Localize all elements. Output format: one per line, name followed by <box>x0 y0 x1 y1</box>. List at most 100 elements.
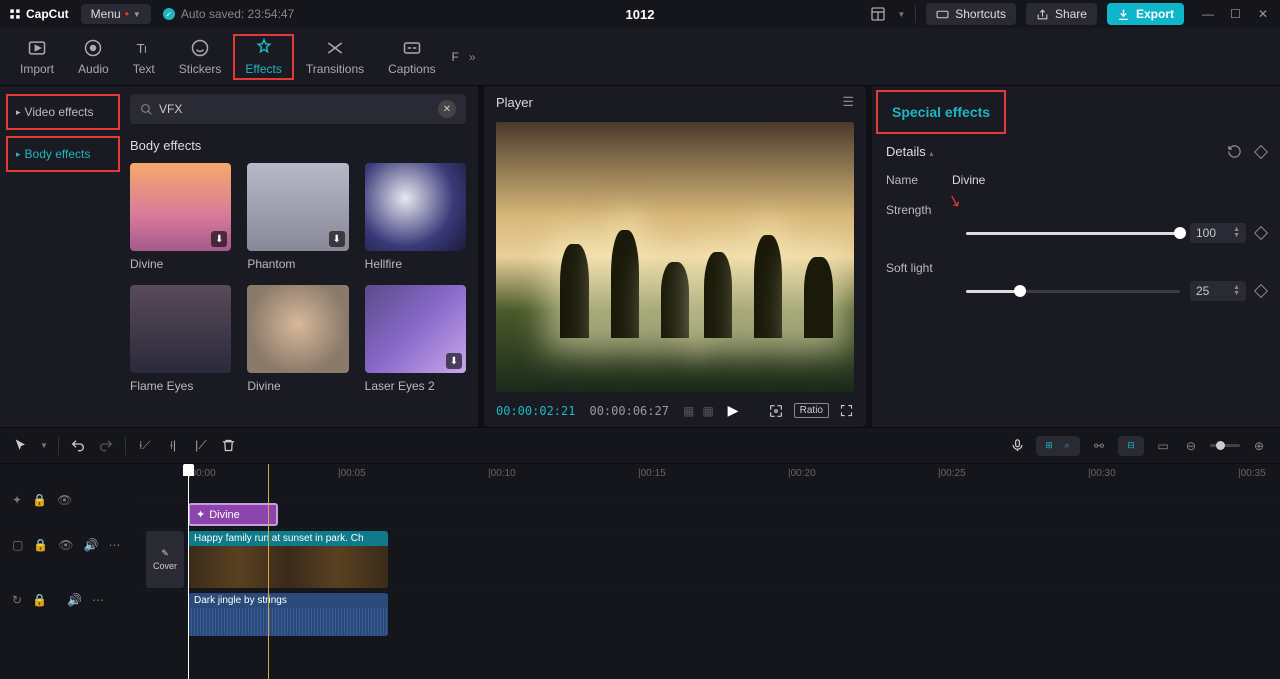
effect-card-hellfire[interactable]: Hellfire <box>365 163 466 271</box>
audio-track[interactable]: Dark jingle by strings <box>140 590 1280 638</box>
mute-icon[interactable]: 🔊 <box>84 538 99 552</box>
keyframe-icon[interactable] <box>1254 226 1268 240</box>
tab-text[interactable]: TI Text <box>121 34 167 80</box>
effect-card-phantom[interactable]: ⬇ Phantom <box>247 163 348 271</box>
preview-icon[interactable]: ▭ <box>1154 437 1172 455</box>
effect-clip[interactable]: ✦ Divine <box>188 503 278 526</box>
check-icon: ✓ <box>163 8 175 20</box>
delete-tool[interactable] <box>220 437 238 455</box>
current-time: 00:00:02:21 <box>496 404 575 418</box>
effect-card-flame-eyes[interactable]: Flame Eyes <box>130 285 231 393</box>
effects-search-input[interactable]: ✕ <box>130 94 466 124</box>
fit-icon[interactable] <box>768 403 784 419</box>
undo-button[interactable] <box>69 437 87 455</box>
mic-icon[interactable] <box>1008 437 1026 455</box>
zoom-slider[interactable] <box>1210 444 1240 447</box>
magnet-icon[interactable]: ⌕ <box>1060 439 1074 453</box>
close-button[interactable]: ✕ <box>1258 7 1272 21</box>
ratio-button[interactable]: Ratio <box>794 403 829 418</box>
player-viewport[interactable] <box>496 122 854 392</box>
align-toggle[interactable]: ⊟ <box>1118 436 1144 456</box>
tab-transitions[interactable]: Transitions <box>294 34 376 80</box>
sidebar-item-body-effects[interactable]: Body effects <box>8 140 118 168</box>
eye-icon[interactable]: 👁 <box>58 538 73 552</box>
shortcuts-button[interactable]: Shortcuts <box>926 3 1016 25</box>
track-controls-effect[interactable]: ✦ 🔒 👁 <box>0 486 140 514</box>
right-panel-tab[interactable]: Special effects <box>878 92 1004 132</box>
maximize-button[interactable]: ☐ <box>1230 7 1244 21</box>
selection-tool[interactable] <box>12 437 30 455</box>
audio-track-icon: ↻ <box>12 593 22 607</box>
playhead[interactable] <box>188 464 189 679</box>
track-controls-audio[interactable]: ↻ 🔒 🔊 ⋯ <box>0 576 140 624</box>
eye-icon[interactable]: 👁 <box>57 493 72 507</box>
track-controls-video[interactable]: ▢ 🔒 👁 🔊 ⋯ <box>0 514 140 576</box>
download-icon[interactable]: ⬇ <box>446 353 462 369</box>
link-icon[interactable]: ⚯ <box>1090 437 1108 455</box>
tab-stickers[interactable]: Stickers <box>167 34 234 80</box>
download-icon[interactable]: ⬇ <box>211 231 227 247</box>
zoom-out-icon[interactable]: ⊖ <box>1182 437 1200 455</box>
minimize-button[interactable]: — <box>1202 7 1216 21</box>
redo-button[interactable] <box>97 437 115 455</box>
play-button[interactable]: ▶ <box>728 402 739 419</box>
keyframe-icon[interactable] <box>1254 144 1268 158</box>
search-clear-button[interactable]: ✕ <box>438 100 456 118</box>
tab-more-partial[interactable]: F <box>448 46 463 68</box>
share-button[interactable]: Share <box>1026 3 1097 25</box>
mute-icon[interactable]: 🔊 <box>67 593 82 607</box>
softlight-slider[interactable] <box>966 290 1180 293</box>
grid-icon[interactable]: ▦ <box>683 404 694 418</box>
video-clip[interactable]: Happy family run at sunset in park. Ch <box>188 531 388 588</box>
layout-icon[interactable] <box>869 5 887 23</box>
player-title: Player <box>496 95 533 110</box>
effect-card-laser-eyes-2[interactable]: ⬇ Laser Eyes 2 <box>365 285 466 393</box>
app-logo: CapCut <box>8 7 69 21</box>
cover-button[interactable]: ✎ Cover <box>146 531 184 588</box>
fullscreen-icon[interactable] <box>839 403 854 418</box>
audio-clip[interactable]: Dark jingle by strings <box>188 593 388 636</box>
lock-icon[interactable]: 🔒 <box>33 538 48 552</box>
sidebar-item-video-effects[interactable]: Video effects <box>8 98 118 126</box>
project-title: 1012 <box>626 7 655 22</box>
search-field[interactable] <box>159 102 432 116</box>
play-cursor <box>268 464 269 679</box>
softlight-value-input[interactable]: 25 ▲▼ <box>1190 281 1246 301</box>
download-icon[interactable]: ⬇ <box>329 231 345 247</box>
more-icon[interactable]: ⋯ <box>92 593 104 607</box>
menu-button[interactable]: Menu • ▼ <box>81 4 151 24</box>
timeline-ruler[interactable]: |00:00 |00:05 |00:10 |00:15 |00:20 |00:2… <box>140 464 1280 486</box>
trim-left-tool[interactable]: ⟊| <box>164 437 182 455</box>
effect-clip-icon: ✦ <box>196 508 205 521</box>
tab-effects[interactable]: Effects <box>233 34 293 80</box>
strength-slider[interactable] <box>966 232 1180 235</box>
total-time: 00:00:06:27 <box>589 404 668 418</box>
effect-card-divine-2[interactable]: Divine <box>247 285 348 393</box>
tab-audio[interactable]: Audio <box>66 34 121 80</box>
pencil-icon: ✎ <box>161 548 169 559</box>
tab-captions[interactable]: Captions <box>376 34 447 80</box>
video-track-icon: ▢ <box>12 538 23 552</box>
tabs-overflow-button[interactable]: » <box>469 50 476 64</box>
snap-toggle-group[interactable]: ⊞ ⌕ <box>1036 436 1080 456</box>
trim-right-tool[interactable]: |⟋ <box>192 437 210 455</box>
lock-icon[interactable]: 🔒 <box>32 593 47 607</box>
grid-icon-2[interactable]: ▦ <box>702 404 713 418</box>
softlight-label: Soft light <box>886 261 956 275</box>
zoom-in-icon[interactable]: ⊕ <box>1250 437 1268 455</box>
effect-track[interactable]: ✦ Divine <box>140 500 1280 528</box>
player-menu-icon[interactable]: ☰ <box>842 94 854 110</box>
effect-card-divine[interactable]: ⬇ Divine <box>130 163 231 271</box>
video-track[interactable]: ✎ Cover Happy family run at sunset in pa… <box>140 528 1280 590</box>
details-header: Details ▴ <box>886 144 933 159</box>
keyframe-icon[interactable] <box>1254 284 1268 298</box>
strength-value-input[interactable]: 100 ▲▼ <box>1190 223 1246 243</box>
export-button[interactable]: Export <box>1107 3 1184 25</box>
snap-on-icon[interactable]: ⊞ <box>1042 439 1056 453</box>
annotation-arrow: ↘ <box>946 190 964 213</box>
more-icon[interactable]: ⋯ <box>108 538 120 552</box>
reset-icon[interactable] <box>1227 144 1242 159</box>
lock-icon[interactable]: 🔒 <box>32 493 47 507</box>
tab-import[interactable]: Import <box>8 34 66 80</box>
split-tool[interactable]: ⟊⟋ <box>136 437 154 455</box>
